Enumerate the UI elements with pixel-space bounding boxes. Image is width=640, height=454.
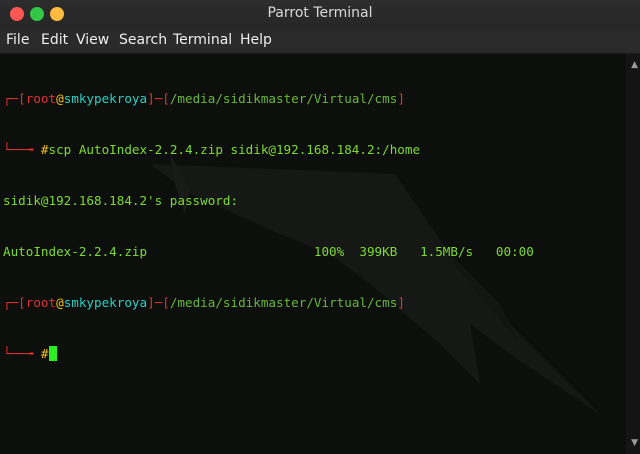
scroll-down-icon[interactable]: ▼ [631, 438, 638, 448]
text-cursor [48, 346, 57, 361]
menu-file[interactable]: File [6, 32, 29, 48]
window-title: Parrot Terminal [267, 5, 373, 21]
command-line-1: └──╼ #scp AutoIndex-2.2.4.zip sidik@192.… [3, 142, 421, 157]
menu-view[interactable]: View [76, 32, 109, 48]
menu-help[interactable]: Help [240, 32, 272, 48]
menu-bar: File Edit View Search Terminal Help [0, 28, 640, 54]
menu-edit[interactable]: Edit [41, 32, 68, 48]
terminal-output-area[interactable]: ┌─[root@smkypekroya]─[/media/sidikmaster… [0, 54, 626, 454]
command-line-2: └──╼ # [3, 345, 534, 362]
scrollbar[interactable]: ▲ ▼ [626, 54, 640, 454]
terminal-text: ┌─[root@smkypekroya]─[/media/sidikmaster… [3, 56, 534, 396]
menu-search[interactable]: Search [119, 32, 167, 48]
password-prompt: sidik@192.168.184.2's password: [3, 193, 239, 208]
prompt-line-2: ┌─[root@smkypekroya]─[/media/sidikmaster… [3, 295, 405, 310]
title-bar[interactable]: Parrot Terminal [0, 0, 640, 28]
menu-terminal[interactable]: Terminal [173, 32, 232, 48]
transfer-progress: AutoIndex-2.2.4.zip 100% 399KB 1.5MB/s 0… [3, 244, 534, 259]
terminal-window: Parrot Terminal File Edit View Search Te… [0, 0, 640, 454]
prompt-line-1: ┌─[root@smkypekroya]─[/media/sidikmaster… [3, 91, 405, 106]
scroll-up-icon[interactable]: ▲ [631, 60, 638, 70]
